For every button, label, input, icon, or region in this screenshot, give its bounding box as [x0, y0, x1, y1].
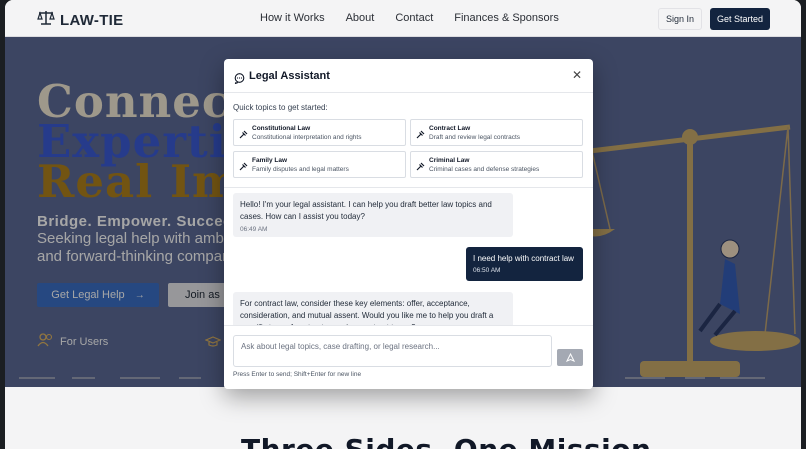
scales-icon: [37, 10, 55, 31]
modal-title: Legal Assistant: [249, 70, 330, 82]
user-message: I need help with contract law 06:50 AM: [466, 247, 583, 281]
brand-name: LAW-TIE: [60, 12, 124, 29]
topic-contract-law[interactable]: Contract Law Draft and review legal cont…: [410, 119, 583, 146]
input-hint: Press Enter to send; Shift+Enter for new…: [233, 371, 362, 378]
page: LAW-TIE How it Works About Contact Finan…: [5, 0, 801, 449]
hero-subtitle-line-2: and forward-thinking compan: [37, 248, 231, 265]
section-heading: Three Sides, One Mission: [241, 433, 651, 449]
topic-description: Draft and review legal contracts: [429, 134, 521, 141]
chat-input[interactable]: Ask about legal topics, case drafting, o…: [233, 335, 552, 367]
quick-topics-label: Quick topics to get started:: [233, 103, 328, 112]
topic-constitutional-law[interactable]: Constitutional Law Constitutional interp…: [233, 119, 406, 146]
join-as-button[interactable]: Join as: [168, 283, 228, 307]
modal-header: Legal Assistant ✕: [224, 59, 593, 93]
message-text: For contract law, consider these key ele…: [240, 299, 494, 325]
get-started-button[interactable]: Get Started: [710, 8, 770, 30]
nav-how-it-works[interactable]: How it Works: [260, 12, 325, 24]
send-button[interactable]: [557, 349, 583, 366]
topic-title: Criminal Law: [429, 157, 470, 164]
for-users-item[interactable]: For Users: [37, 333, 108, 350]
gavel-icon: [416, 126, 425, 144]
topic-criminal-law[interactable]: Criminal Law Criminal cases and defense …: [410, 151, 583, 178]
topic-title: Constitutional Law: [252, 125, 311, 132]
gavel-icon: [416, 158, 425, 176]
chat-input-area: Ask about legal topics, case drafting, o…: [224, 325, 593, 389]
sign-in-button[interactable]: Sign In: [658, 8, 702, 30]
for-users-label: For Users: [60, 335, 109, 348]
chat-messages[interactable]: Hello! I'm your legal assistant. I can h…: [224, 187, 593, 325]
close-icon[interactable]: ✕: [571, 69, 583, 81]
message-time: 06:50 AM: [473, 267, 501, 274]
scales-illustration: [580, 124, 800, 377]
main-nav: How it Works About Contact Finances & Sp…: [260, 12, 580, 24]
nav-finances-sponsors[interactable]: Finances & Sponsors: [454, 12, 559, 24]
legal-assistant-modal: Legal Assistant ✕ Quick topics to get st…: [224, 59, 593, 389]
gavel-icon: [239, 126, 248, 144]
arrow-right-icon: →: [134, 289, 145, 301]
message-time: 06:49 AM: [240, 226, 268, 233]
graduation-cap-icon: [204, 335, 222, 353]
nav-contact[interactable]: Contact: [395, 12, 433, 24]
hero-tagline: Bridge. Empower. Succeed.: [37, 213, 247, 230]
message-text: Hello! I'm your legal assistant. I can h…: [240, 200, 492, 221]
hero-subtitle-line-1: Seeking legal help with ambit: [37, 230, 232, 247]
message-text: I need help with contract law: [473, 254, 574, 263]
logo[interactable]: LAW-TIE: [37, 10, 123, 31]
topic-title: Contract Law: [429, 125, 471, 132]
users-icon: [37, 333, 54, 350]
assistant-message: Hello! I'm your legal assistant. I can h…: [233, 193, 513, 237]
topic-description: Constitutional interpretation and rights: [252, 134, 362, 141]
site-header: LAW-TIE How it Works About Contact Finan…: [5, 0, 801, 37]
gavel-icon: [239, 158, 248, 176]
topic-description: Criminal cases and defense strategies: [429, 166, 540, 173]
get-legal-help-label: Get Legal Help: [51, 289, 125, 301]
topic-description: Family disputes and legal matters: [252, 166, 349, 173]
send-icon: [565, 349, 575, 367]
topic-title: Family Law: [252, 157, 288, 164]
get-legal-help-button[interactable]: Get Legal Help →: [37, 283, 159, 307]
assistant-message: For contract law, consider these key ele…: [233, 292, 513, 325]
nav-about[interactable]: About: [346, 12, 375, 24]
topic-family-law[interactable]: Family Law Family disputes and legal mat…: [233, 151, 406, 178]
chat-bubble-icon: [234, 71, 245, 89]
